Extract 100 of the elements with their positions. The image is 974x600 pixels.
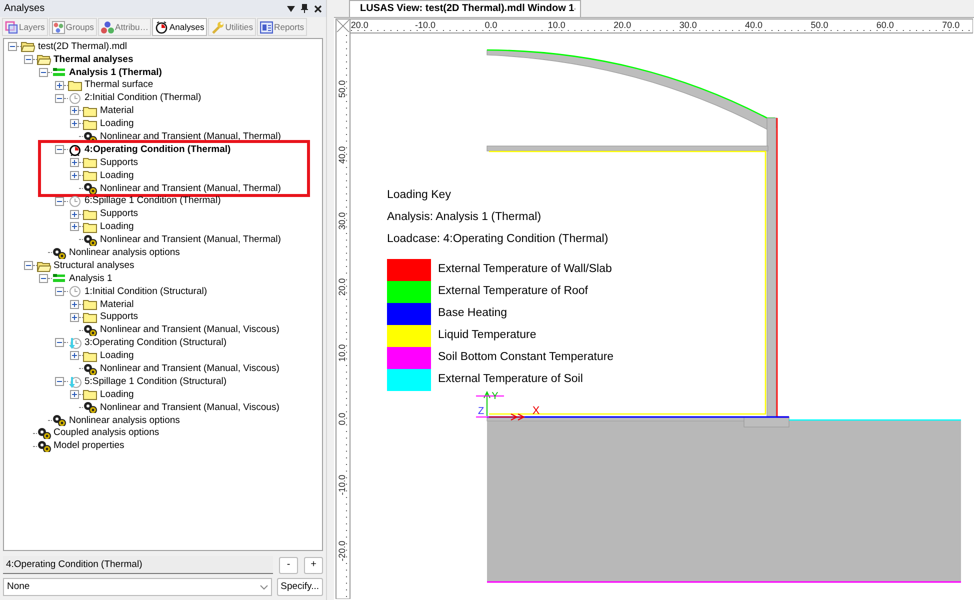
tree-item[interactable]: Material [100, 105, 134, 117]
open-folder-icon [36, 260, 50, 272]
tree-item[interactable]: Analysis 1 [69, 272, 112, 284]
folder-icon [83, 118, 97, 130]
folder-icon [83, 388, 97, 400]
tree-item[interactable]: Loading [100, 170, 134, 182]
collapse-icon[interactable] [54, 196, 64, 206]
folder-icon [83, 350, 97, 362]
view-tab[interactable]: LUSAS View: test(2D Thermal).mdl Window 1 [349, 0, 581, 17]
tree-item[interactable]: Model properties [54, 440, 124, 452]
tree-item[interactable]: test(2D Thermal).mdl [38, 40, 128, 52]
tree-item[interactable]: Nonlinear analysis options [69, 247, 180, 258]
collapse-icon[interactable] [39, 274, 48, 283]
ruler-label: -10.0 [415, 20, 436, 30]
tree-item[interactable]: Analysis 1 (Thermal) [69, 66, 162, 78]
tree-item[interactable]: Nonlinear and Transient (Manual, Thermal) [100, 130, 281, 142]
tree-item[interactable]: Structural analyses [54, 260, 134, 272]
tree-item[interactable]: Supports [100, 208, 138, 220]
pin-icon[interactable] [301, 4, 308, 13]
tree-item[interactable]: Nonlinear and Transient (Manual, Viscous) [100, 363, 280, 374]
panel-tab[interactable]: Utilities [208, 18, 256, 36]
gears-icon [83, 401, 97, 414]
legend-label: Base Heating [438, 307, 508, 321]
gears-icon [83, 182, 97, 194]
panel-tab[interactable]: Groups [48, 18, 97, 36]
tree-item[interactable]: Thermal analyses [54, 54, 134, 66]
expand-icon[interactable] [54, 80, 64, 90]
legend-label: Soil Bottom Constant Temperature [438, 351, 614, 365]
gears-icon [36, 440, 50, 452]
tree-item[interactable]: Nonlinear and Transient (Manual, Viscous) [100, 402, 280, 414]
shapes-icon [52, 20, 65, 34]
tree-item[interactable]: Loading [100, 118, 134, 130]
expand-icon[interactable] [70, 390, 79, 399]
remove-button[interactable]: - [279, 556, 298, 574]
clock-icon [68, 285, 82, 298]
panel-tab[interactable]: Reports [257, 18, 308, 36]
none-dropdown[interactable]: None [3, 578, 272, 596]
collapse-icon[interactable] [54, 377, 64, 386]
close-icon[interactable] [314, 4, 322, 12]
expand-icon[interactable] [70, 158, 79, 167]
panel-tab[interactable]: Analyses [152, 18, 208, 36]
tree-item[interactable]: 4:Operating Condition (Thermal) [84, 144, 231, 156]
expand-icon[interactable] [70, 312, 79, 322]
expand-icon[interactable] [70, 222, 79, 232]
panel-tab[interactable]: Attribu… [98, 18, 152, 36]
legend-loadcase: Loadcase: 4:Operating Condition (Thermal) [387, 232, 610, 247]
expand-icon[interactable] [70, 170, 79, 180]
squares-icon [5, 20, 18, 34]
tree-item[interactable]: 2:Initial Condition (Thermal) [84, 92, 202, 104]
ruler-label: 60.0 [876, 20, 894, 30]
chevron-icon[interactable] [260, 584, 268, 590]
tree-item[interactable]: Loading [100, 350, 134, 362]
specify-button[interactable]: Specify... [276, 578, 323, 596]
legend-label: External Temperature of Roof [438, 285, 588, 299]
collapse-icon[interactable] [24, 261, 32, 270]
tree-item[interactable]: Material [100, 298, 134, 310]
tree-item[interactable]: Supports [100, 311, 138, 323]
ruler-label: 70.0 [942, 20, 960, 30]
tree-item[interactable]: Nonlinear and Transient (Manual, Thermal) [100, 234, 281, 246]
alarm-clock-icon [68, 144, 82, 156]
tree-item[interactable]: 3:Operating Condition (Structural) [84, 337, 227, 349]
add-button[interactable]: + [304, 556, 323, 574]
tree-item[interactable]: Supports [100, 156, 138, 168]
collapse-icon[interactable] [24, 54, 32, 64]
expand-icon[interactable] [70, 119, 79, 128]
tree-item[interactable]: 5:Spillage 1 Condition (Structural) [84, 376, 227, 388]
clock-icon [68, 92, 82, 104]
collapse-icon[interactable] [54, 94, 64, 102]
balls-icon [100, 20, 114, 34]
folder-icon [83, 220, 97, 233]
collapse-icon[interactable] [54, 145, 64, 154]
legend-label: External Temperature of Soil [438, 373, 583, 387]
ruler-label: 30.0 [337, 212, 347, 230]
tree-item[interactable]: Nonlinear analysis options [69, 414, 180, 426]
ruler-label: 0.0 [484, 20, 498, 30]
expand-icon[interactable] [70, 210, 79, 219]
collapse-icon[interactable] [54, 338, 64, 348]
tree-item[interactable]: Nonlinear and Transient (Manual, Thermal) [100, 182, 281, 194]
gears-icon [83, 324, 97, 336]
tree-item[interactable]: Coupled analysis options [54, 427, 160, 439]
collapse-icon[interactable] [39, 68, 48, 77]
ruler-label: 40.0 [337, 146, 347, 164]
ruler-label: 30.0 [679, 20, 697, 30]
tree-item[interactable]: Loading [100, 221, 134, 233]
tree-item[interactable]: Nonlinear and Transient (Manual, Viscous) [100, 324, 280, 336]
expand-icon[interactable] [70, 300, 79, 309]
tree-item[interactable]: 6:Spillage 1 Condition (Thermal) [84, 195, 221, 207]
expand-icon[interactable] [70, 351, 79, 360]
legend-title: Loading Key [387, 188, 452, 203]
collapse-icon[interactable] [54, 286, 64, 296]
loadcase-field[interactable]: 4:Operating Condition (Thermal) [3, 556, 273, 574]
collapse-icon[interactable] [8, 42, 17, 51]
tree-item[interactable]: 1:Initial Condition (Structural) [84, 286, 207, 298]
tree-item[interactable]: Loading [100, 388, 134, 400]
axis-label: Z [478, 406, 484, 417]
expand-icon[interactable] [70, 106, 79, 116]
dropdown-icon[interactable] [287, 6, 295, 12]
folder-icon [83, 208, 97, 220]
panel-tab[interactable]: Layers [2, 18, 48, 36]
tree-item[interactable]: Thermal surface [84, 79, 154, 91]
